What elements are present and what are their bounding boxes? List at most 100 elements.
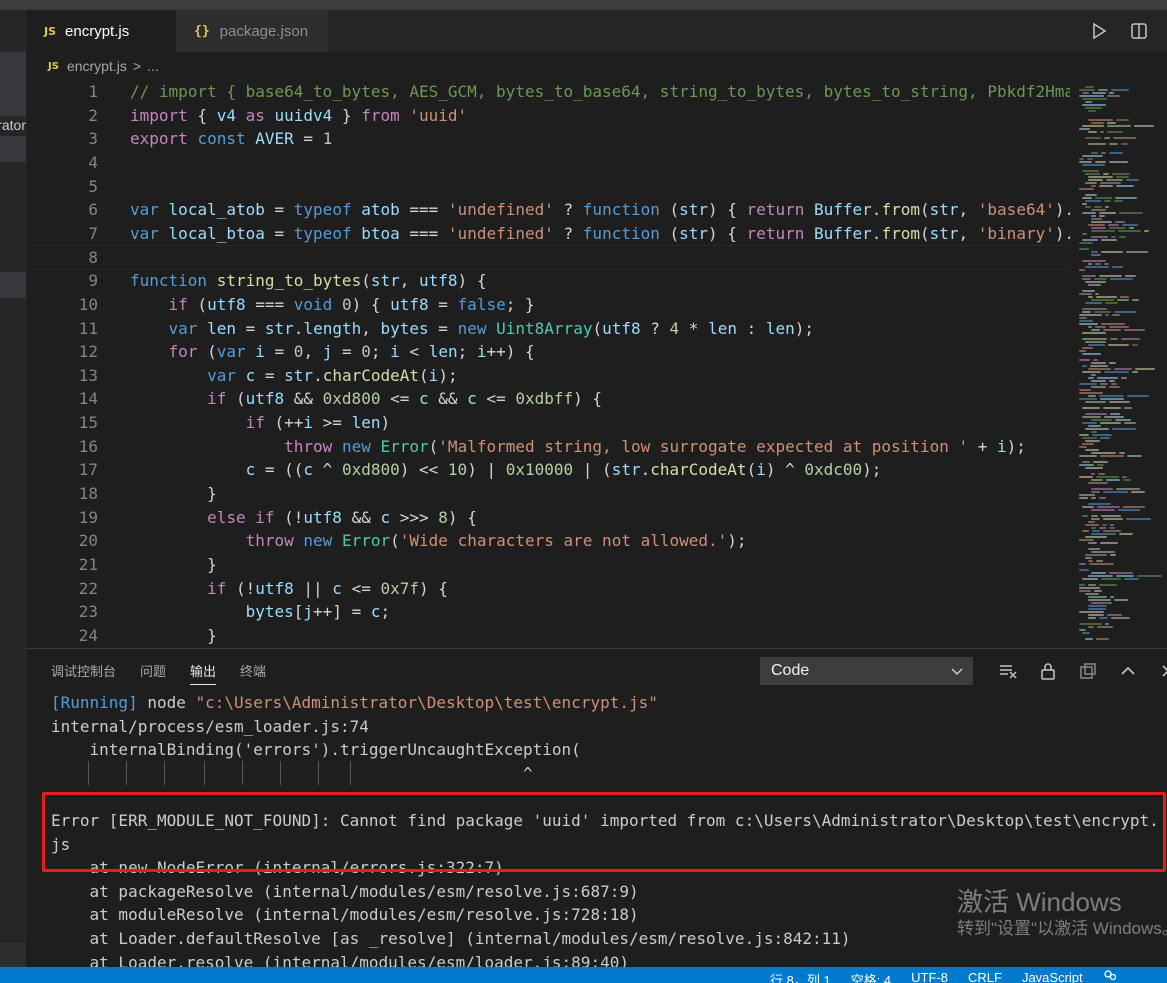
tab-problems[interactable]: 问题 xyxy=(140,661,166,685)
minimap-line xyxy=(1119,533,1133,535)
sidebar-item[interactable] xyxy=(0,942,26,967)
minimap-line xyxy=(1091,122,1104,124)
minimap-line xyxy=(1091,452,1116,454)
panel-tabs: 调试控制台 问题 输出 终端 xyxy=(51,661,290,685)
tab-encrypt-js[interactable]: JS encrypt.js xyxy=(26,10,176,52)
open-editor-icon[interactable] xyxy=(1068,657,1108,685)
minimap-line xyxy=(1079,95,1104,97)
minimap-line xyxy=(1103,530,1121,532)
feedback-icon[interactable] xyxy=(1103,970,1117,983)
code-line: 24 } xyxy=(78,625,217,645)
minimap-line xyxy=(1097,464,1104,466)
minimap-line xyxy=(1119,212,1143,214)
minimap-line xyxy=(1134,125,1154,127)
minimap-line xyxy=(1082,308,1107,310)
tab-terminal[interactable]: 终端 xyxy=(240,661,266,685)
minimap-line xyxy=(1126,179,1139,181)
minimap-line xyxy=(1091,527,1096,529)
minimap-line xyxy=(1107,125,1131,127)
close-icon[interactable] xyxy=(1148,657,1167,685)
status-encoding[interactable]: UTF-8 xyxy=(911,970,948,983)
output-channel-value: Code xyxy=(771,662,810,679)
clear-output-icon[interactable] xyxy=(988,657,1028,685)
code-line: 7 var local_btoa = typeof btoa === 'undef… xyxy=(88,223,1070,243)
minimap-line xyxy=(1091,236,1108,238)
maximize-icon[interactable] xyxy=(1108,657,1148,685)
status-eol[interactable]: CRLF xyxy=(968,970,1002,983)
minimap-line xyxy=(1079,389,1091,391)
watermark-title: 激活 Windows xyxy=(957,887,1122,917)
minimap-line xyxy=(1096,296,1117,298)
breadcrumb-symbol[interactable]: ... xyxy=(147,58,159,74)
minimap-line xyxy=(1111,236,1116,238)
sidebar-item[interactable] xyxy=(0,272,26,298)
more-actions-icon[interactable] xyxy=(1159,10,1167,52)
minimap-line xyxy=(1097,377,1118,379)
code-line: 15 if (++i >= len) xyxy=(78,413,391,433)
minimap-line xyxy=(1085,536,1107,538)
code-line: 9 function string_to_bytes(str, utf8) { xyxy=(88,271,487,291)
code-line: 5 xyxy=(88,176,98,196)
minimap-line xyxy=(1079,494,1095,496)
minimap-line xyxy=(1082,371,1101,373)
minimap-line xyxy=(1088,326,1092,328)
minimap-line xyxy=(1082,233,1087,235)
minimap-line xyxy=(1088,119,1113,121)
minimap-line xyxy=(1085,281,1106,283)
minimap-line xyxy=(1085,206,1091,208)
minimap-line xyxy=(1091,362,1106,364)
sidebar-item[interactable] xyxy=(0,136,26,162)
minimap-line xyxy=(1110,524,1114,526)
status-cursor-position[interactable]: 行 8，列 1 xyxy=(770,970,831,983)
code-line-current: 8 xyxy=(26,244,1070,271)
code-editor[interactable]: 1// import { base64_to_bytes, AES_GCM, b… xyxy=(26,80,1070,648)
status-language[interactable]: JavaScript xyxy=(1022,970,1083,983)
minimap-line xyxy=(1091,215,1096,217)
tab-debug-console[interactable]: 调试控制台 xyxy=(51,661,116,685)
minimap-line xyxy=(1091,221,1112,223)
breadcrumb-file[interactable]: encrypt.js xyxy=(67,58,127,74)
minimap-line xyxy=(1131,491,1145,493)
output-channel-select[interactable]: Code xyxy=(760,657,973,685)
minimap-line xyxy=(1109,362,1116,364)
minimap-line xyxy=(1100,422,1121,424)
minimap-line xyxy=(1082,632,1090,634)
minimap-line xyxy=(1082,290,1095,292)
minimap-line xyxy=(1082,104,1106,106)
minimap-line xyxy=(1079,158,1084,160)
minimap-line xyxy=(1079,569,1089,571)
minimap-line xyxy=(1082,365,1087,367)
minimap-line xyxy=(1100,542,1118,544)
minimap-line xyxy=(1109,152,1123,154)
minimap-line xyxy=(1079,359,1090,361)
minimap[interactable] xyxy=(1070,80,1167,648)
javascript-file-icon: JS xyxy=(48,60,59,72)
run-icon[interactable] xyxy=(1079,10,1119,52)
minimap-line xyxy=(1137,575,1162,577)
minimap-line xyxy=(1091,185,1096,187)
minimap-line xyxy=(1079,611,1104,613)
code-line: 12 for (var i = 0, j = 0; i < len; i++) … xyxy=(78,342,535,362)
output-line: at Loader.resolve (internal/modules/esm/… xyxy=(51,952,629,968)
minimap-line xyxy=(1088,179,1103,181)
lock-icon[interactable] xyxy=(1028,657,1068,685)
minimap-line xyxy=(1127,395,1149,397)
minimap-line xyxy=(1110,278,1133,280)
sidebar-selected-item[interactable] xyxy=(0,52,26,116)
minimap-line xyxy=(1088,599,1111,601)
minimap-line xyxy=(1124,407,1132,409)
sidebar-item-label[interactable]: rator xyxy=(0,114,26,136)
minimap-line xyxy=(1100,455,1124,457)
minimap-line xyxy=(1121,338,1140,340)
status-indentation[interactable]: 空格: 4 xyxy=(851,970,891,983)
split-editor-icon[interactable] xyxy=(1119,10,1159,52)
minimap-line xyxy=(1088,395,1096,397)
minimap-line xyxy=(1085,413,1107,415)
minimap-line xyxy=(1099,497,1106,499)
tab-package-json[interactable]: {} package.json xyxy=(176,10,328,52)
minimap-line xyxy=(1101,578,1121,580)
tab-output[interactable]: 输出 xyxy=(190,661,217,685)
minimap-line xyxy=(1106,179,1123,181)
minimap-line xyxy=(1085,554,1107,556)
code-line: 3 export const AVER = 1 xyxy=(88,129,333,149)
